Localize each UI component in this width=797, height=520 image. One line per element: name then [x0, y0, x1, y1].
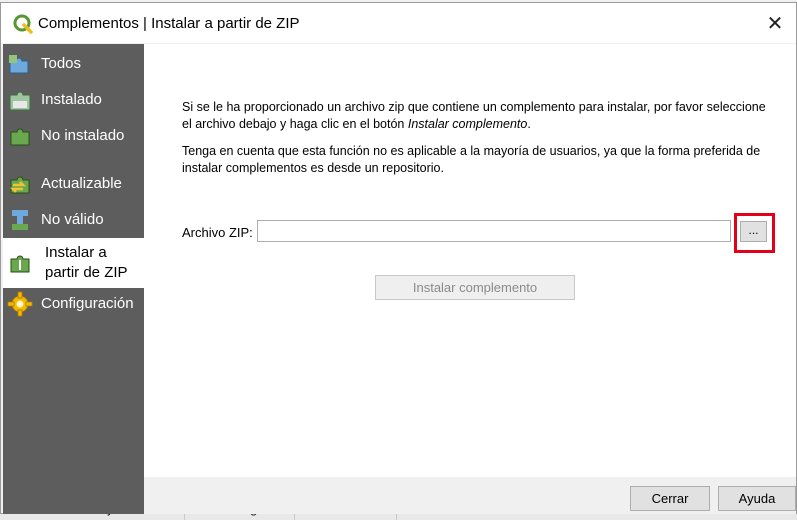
puzzle-invalid-icon [12, 210, 28, 230]
instructions-text: Si se le ha proporcionado un archivo zip… [182, 99, 772, 133]
sidebar-item-no-valido[interactable]: No válido [3, 202, 144, 236]
note-text: Tenga en cuenta que esta función no es a… [182, 144, 761, 175]
gear-icon [7, 291, 33, 317]
install-plugin-button[interactable]: Instalar complemento [375, 275, 575, 300]
sidebar-item-instalar-zip[interactable]: Instalar a partir de ZIP [3, 238, 144, 288]
plugins-dialog: Complementos | Instalar a partir de ZIP … [0, 2, 797, 514]
sidebar-item-todos[interactable]: Todos [3, 46, 144, 80]
main-panel: Si se le ha proporcionado un archivo zip… [144, 44, 796, 514]
sidebar-item-label: Todos [41, 55, 82, 72]
sidebar-item-configuracion[interactable]: Configuración [3, 286, 144, 320]
sidebar-item-actualizable[interactable]: Actualizable [3, 166, 144, 200]
puzzle-all-icon [9, 55, 29, 74]
zip-file-input[interactable] [257, 220, 731, 242]
title-bar: Complementos | Instalar a partir de ZIP … [1, 3, 796, 43]
zip-file-label: Archivo ZIP: [182, 225, 253, 240]
help-button[interactable]: Ayuda [718, 486, 796, 511]
instructions-text-end: . [527, 117, 531, 131]
puzzle-installed-icon [9, 91, 31, 111]
zip-install-icon [10, 255, 30, 273]
sidebar-item-no-instalado[interactable]: No instalado [3, 118, 144, 152]
sidebar-item-label: Actualizable [41, 175, 122, 192]
dialog-footer: Cerrar Ayuda [144, 477, 796, 514]
sidebar-item-label: No válido [41, 211, 104, 228]
instructions-emphasis: Instalar complemento [407, 117, 528, 131]
sidebar: Todos Instalado No instalado Actualizabl… [3, 44, 144, 514]
close-button[interactable]: Cerrar [630, 486, 710, 511]
sidebar-item-label: Configuración [41, 295, 134, 312]
dialog-title: Complementos | Instalar a partir de ZIP [38, 15, 300, 32]
sidebar-item-label: Instalar a partir de ZIP [45, 244, 128, 281]
puzzle-upgradeable-icon [9, 176, 30, 194]
browse-button[interactable]: ... [740, 221, 767, 242]
sidebar-item-instalado[interactable]: Instalado [3, 82, 144, 116]
sidebar-item-label: Instalado [41, 91, 102, 108]
qgis-logo-icon [13, 14, 33, 34]
close-icon[interactable]: ✕ [762, 11, 788, 37]
sidebar-item-label: No instalado [41, 127, 125, 144]
puzzle-not-installed-icon [10, 128, 30, 146]
